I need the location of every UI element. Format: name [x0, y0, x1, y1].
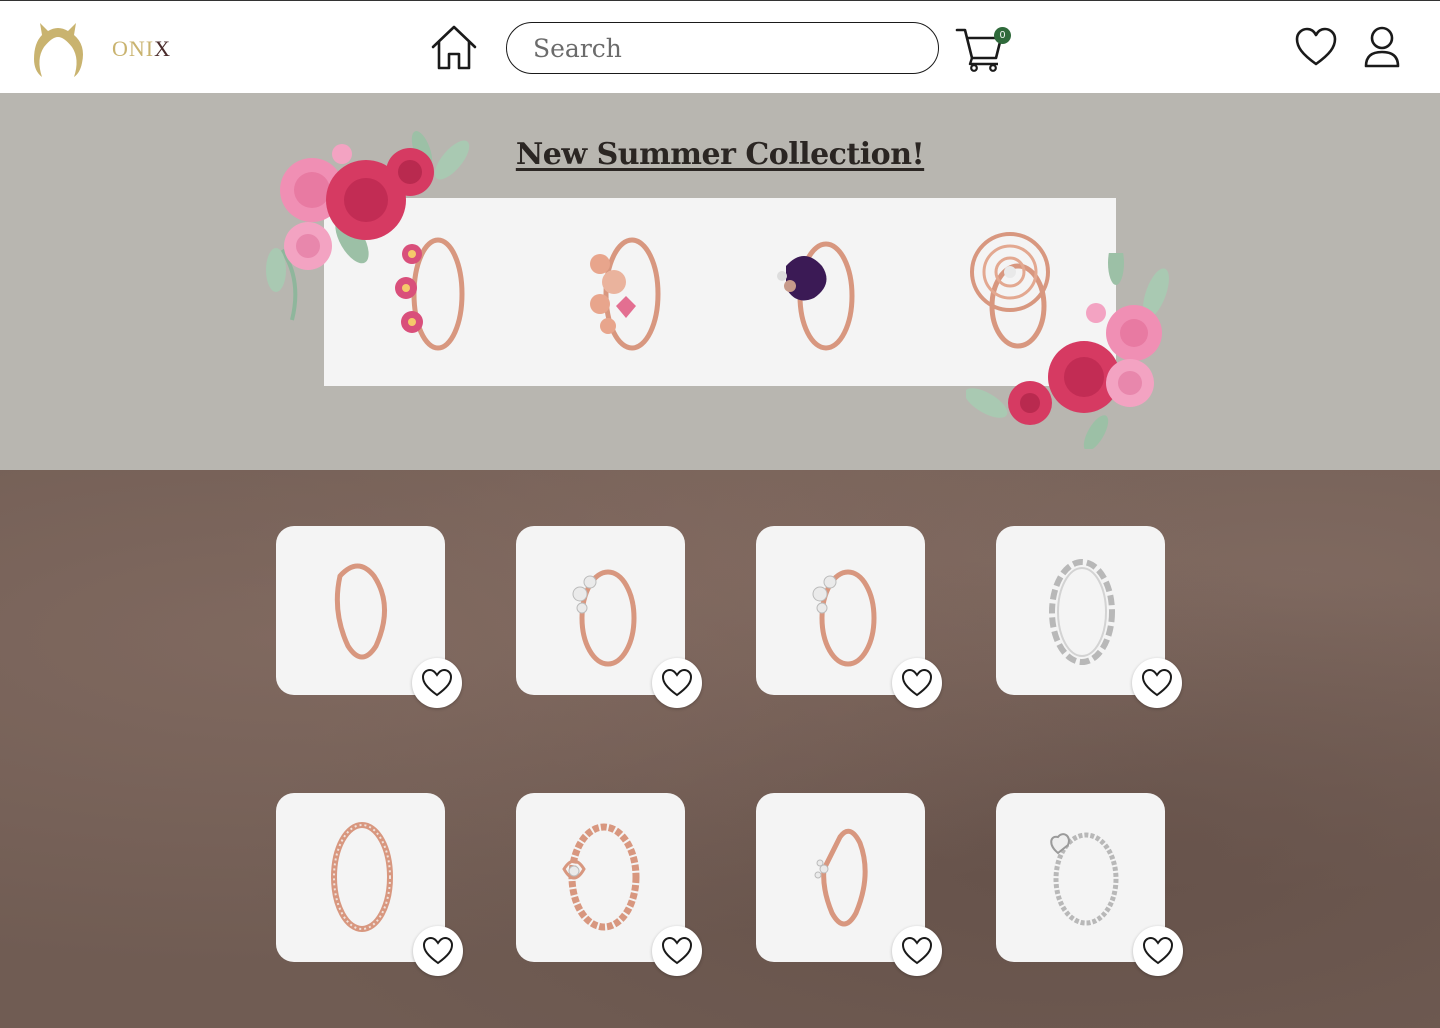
favorite-button[interactable]	[412, 658, 462, 708]
product-grid	[0, 470, 1440, 1028]
purple-pansy-ring-image[interactable]	[764, 226, 874, 356]
summer-collection-banner: New Summer Collection!	[0, 93, 1440, 470]
heart-icon	[1142, 936, 1174, 965]
favorite-button[interactable]	[413, 926, 463, 976]
rose-gold-tiara-ring-image	[572, 569, 637, 667]
brand-name-part2: X	[154, 36, 171, 61]
search-bar	[506, 22, 939, 74]
logo-icon[interactable]	[26, 15, 90, 79]
user-icon[interactable]	[1360, 25, 1404, 69]
favorite-button[interactable]	[892, 658, 942, 708]
silver-braided-ring-image	[1049, 559, 1115, 665]
brand-name-part1: ONI	[112, 36, 155, 61]
heart-icon	[1141, 668, 1173, 697]
heart-icon	[422, 936, 454, 965]
brand-name[interactable]: ONIX	[112, 36, 171, 62]
top-nav: ONIX 0	[0, 0, 1440, 93]
favorite-button[interactable]	[652, 658, 702, 708]
heart-icon	[421, 668, 453, 697]
rose-gold-pave-band-image	[331, 822, 393, 932]
search-input[interactable]	[533, 32, 913, 64]
favorite-button[interactable]	[892, 926, 942, 976]
rose-gold-sparkle-wishbone-ring-image	[814, 828, 868, 927]
heart-icon	[901, 668, 933, 697]
favorite-button[interactable]	[1132, 658, 1182, 708]
home-icon[interactable]	[428, 23, 480, 71]
heart-icon	[661, 668, 693, 697]
rose-gold-beaded-crown-ring-image	[562, 823, 640, 931]
rose-bouquet-decoration-top-left	[266, 131, 470, 321]
rose-bouquet-decoration-bottom-right	[966, 253, 1169, 449]
banner-title[interactable]: New Summer Collection!	[0, 137, 1440, 172]
cart-count-badge: 0	[994, 27, 1011, 44]
rose-gold-wishbone-ring-image	[334, 563, 387, 660]
rose-gold-tiara-ring-image	[812, 569, 877, 667]
favorite-button[interactable]	[1133, 926, 1183, 976]
silver-heart-solitaire-ring-image	[1050, 832, 1119, 926]
heart-icon	[661, 936, 693, 965]
heart-icon	[901, 936, 933, 965]
favorite-button[interactable]	[652, 926, 702, 976]
heart-icon[interactable]	[1294, 27, 1338, 67]
flower-heart-ring-image[interactable]	[570, 226, 680, 356]
